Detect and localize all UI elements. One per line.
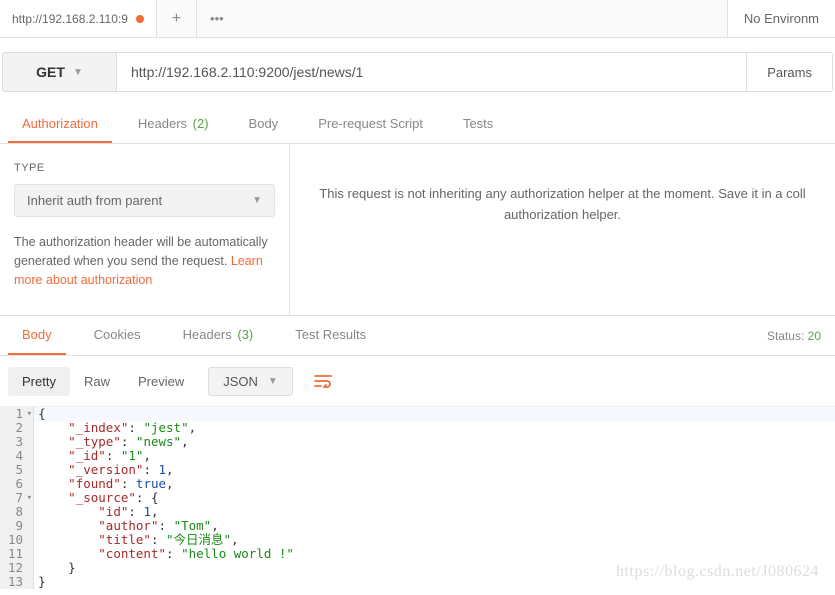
content-type-dropdown[interactable]: JSON ▼ (208, 367, 293, 396)
params-button[interactable]: Params (747, 52, 833, 92)
tab-tests[interactable]: Tests (449, 106, 507, 143)
line-number: 3 (0, 435, 33, 449)
type-label: TYPE (14, 162, 275, 174)
wrap-lines-icon[interactable] (307, 366, 339, 396)
tab-prerequest[interactable]: Pre-request Script (304, 106, 437, 143)
auth-left-panel: TYPE Inherit auth from parent ▼ The auth… (0, 144, 290, 315)
line-number: 4 (0, 449, 33, 463)
code-line: "author": "Tom", (34, 519, 835, 533)
status-info: Status: 20 (767, 329, 827, 343)
response-body-viewer[interactable]: 1▾234567▾8910111213 { "_index": "jest", … (0, 406, 835, 589)
url-input[interactable]: http://192.168.2.110:9200/jest/news/1 (117, 52, 747, 92)
add-tab-button[interactable]: + (157, 0, 197, 38)
res-tab-headers[interactable]: Headers (3) (169, 316, 268, 355)
fold-icon[interactable]: ▾ (27, 491, 32, 505)
chevron-down-icon: ▼ (73, 67, 83, 78)
format-preview[interactable]: Preview (124, 367, 198, 396)
line-number: 13 (0, 575, 33, 589)
line-number: 6 (0, 477, 33, 491)
tab-headers[interactable]: Headers (2) (124, 106, 223, 143)
tab-authorization[interactable]: Authorization (8, 106, 112, 143)
tab-title: http://192.168.2.110:9 (12, 12, 128, 26)
code-line: } (34, 575, 835, 589)
code-line: "id": 1, (34, 505, 835, 519)
url-value: http://192.168.2.110:9200/jest/news/1 (131, 64, 363, 80)
line-number: 10 (0, 533, 33, 547)
code-line: "_id": "1", (34, 449, 835, 463)
line-number: 1▾ (0, 407, 33, 421)
line-number: 7▾ (0, 491, 33, 505)
auth-help-text: The authorization header will be automat… (14, 233, 275, 289)
status-code: 20 (808, 329, 821, 343)
line-number: 8 (0, 505, 33, 519)
line-number: 9 (0, 519, 33, 533)
code-line: "_version": 1, (34, 463, 835, 477)
unsaved-dot-icon (136, 15, 144, 23)
fold-icon[interactable]: ▾ (27, 407, 32, 421)
code-line: } (34, 561, 835, 575)
auth-type-value: Inherit auth from parent (27, 193, 162, 208)
line-number: 12 (0, 561, 33, 575)
line-number: 2 (0, 421, 33, 435)
tab-body[interactable]: Body (235, 106, 293, 143)
code-line: "_index": "jest", (34, 421, 835, 435)
code-line: "_source": { (34, 491, 835, 505)
auth-right-panel: This request is not inheriting any autho… (290, 144, 835, 315)
env-label: No Environm (744, 11, 819, 26)
code-line: { (34, 407, 835, 421)
line-number: 11 (0, 547, 33, 561)
res-tab-tests[interactable]: Test Results (281, 316, 380, 355)
code-line: "found": true, (34, 477, 835, 491)
auth-type-dropdown[interactable]: Inherit auth from parent ▼ (14, 184, 275, 217)
chevron-down-icon: ▼ (268, 376, 278, 387)
chevron-down-icon: ▼ (252, 195, 262, 206)
spacer (237, 0, 727, 38)
format-raw[interactable]: Raw (70, 367, 124, 396)
tab-menu-button[interactable]: ••• (197, 0, 237, 38)
code-line: "content": "hello world !" (34, 547, 835, 561)
method-value: GET (36, 64, 65, 80)
line-number: 5 (0, 463, 33, 477)
environment-selector[interactable]: No Environm (727, 0, 835, 38)
format-pretty[interactable]: Pretty (8, 367, 70, 396)
res-tab-body[interactable]: Body (8, 316, 66, 355)
http-method-dropdown[interactable]: GET ▼ (2, 52, 117, 92)
code-line: "_type": "news", (34, 435, 835, 449)
res-tab-cookies[interactable]: Cookies (80, 316, 155, 355)
code-line: "title": "今日消息", (34, 533, 835, 547)
request-tab[interactable]: http://192.168.2.110:9 (0, 0, 157, 38)
